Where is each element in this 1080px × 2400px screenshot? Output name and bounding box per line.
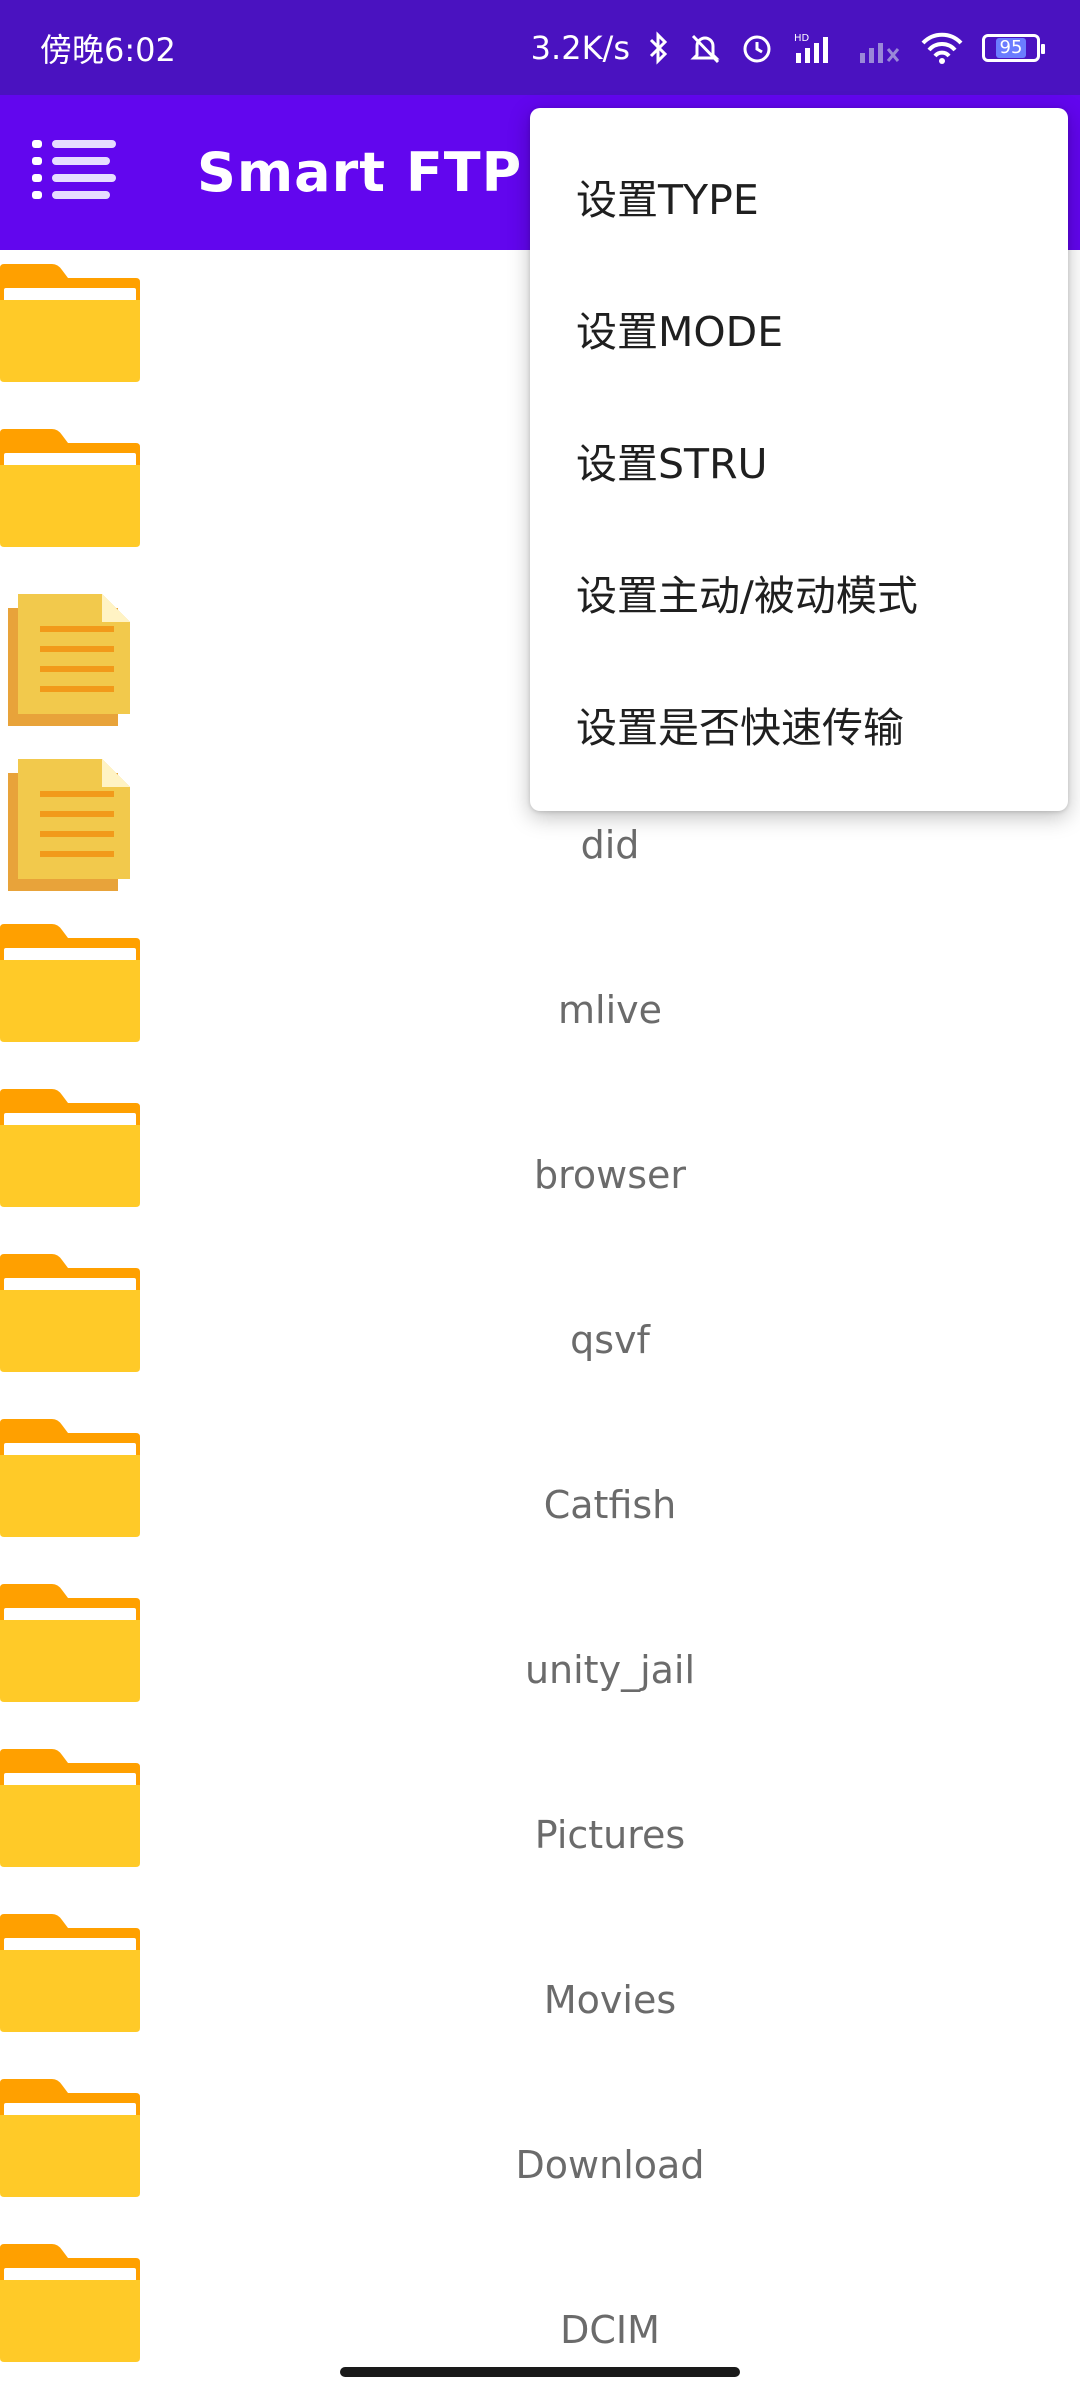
menu-button[interactable] xyxy=(25,123,125,223)
list-menu-icon xyxy=(32,139,116,199)
mute-icon xyxy=(688,31,722,65)
file-name: unity_jail xyxy=(524,1648,696,1692)
menu-item-set-fast-transfer[interactable]: 设置是否快速传输 xyxy=(530,658,1068,790)
status-icons: 3.2K/s HD 95 xyxy=(530,28,1045,67)
battery-level: 95 xyxy=(995,37,1027,58)
alarm-icon xyxy=(740,31,774,65)
net-speed: 3.2K/s xyxy=(530,28,630,67)
svg-text:HD: HD xyxy=(794,33,810,44)
file-name: did xyxy=(580,823,640,867)
file-name: Download xyxy=(515,2143,705,2187)
status-bar: 傍晚6:02 3.2K/s HD 95 xyxy=(0,0,1080,95)
signal-hd-icon: HD xyxy=(792,31,838,65)
menu-item-set-stru[interactable]: 设置STRU xyxy=(530,394,1068,526)
file-row[interactable]: unity_jail xyxy=(0,1570,1080,1735)
menu-item-set-mode[interactable]: 设置MODE xyxy=(530,262,1068,394)
menu-item-set-active-passive[interactable]: 设置主动/被动模式 xyxy=(530,526,1068,658)
file-row[interactable]: Download xyxy=(0,2065,1080,2230)
file-name: Pictures xyxy=(534,1813,686,1857)
folder-icon xyxy=(0,258,140,388)
file-row[interactable]: mlive xyxy=(0,910,1080,1075)
file-name: DCIM xyxy=(560,2308,660,2352)
app-title: Smart FTP xyxy=(197,141,523,204)
file-row[interactable]: Movies xyxy=(0,1900,1080,2065)
status-time: 傍晚6:02 xyxy=(40,30,176,69)
menu-item-set-type[interactable]: 设置TYPE xyxy=(530,130,1068,262)
home-indicator[interactable] xyxy=(340,2367,740,2377)
wifi-icon xyxy=(920,31,964,65)
file-row[interactable]: browser xyxy=(0,1075,1080,1240)
file-name: Movies xyxy=(543,1978,677,2022)
file-name: mlive xyxy=(558,988,662,1032)
file-row[interactable]: Pictures xyxy=(0,1735,1080,1900)
signal-weak-icon xyxy=(856,31,902,65)
file-row[interactable]: Catfish xyxy=(0,1405,1080,1570)
file-name: qsvf xyxy=(570,1318,650,1362)
file-name: Catfish xyxy=(543,1483,677,1527)
battery-icon: 95 xyxy=(982,33,1045,62)
bluetooth-icon xyxy=(648,30,670,65)
overflow-menu: 设置TYPE 设置MODE 设置STRU 设置主动/被动模式 设置是否快速传输 xyxy=(530,108,1068,811)
document-icon xyxy=(0,588,140,726)
folder-icon xyxy=(0,423,140,553)
file-row[interactable]: qsvf xyxy=(0,1240,1080,1405)
file-name: browser xyxy=(533,1153,687,1197)
